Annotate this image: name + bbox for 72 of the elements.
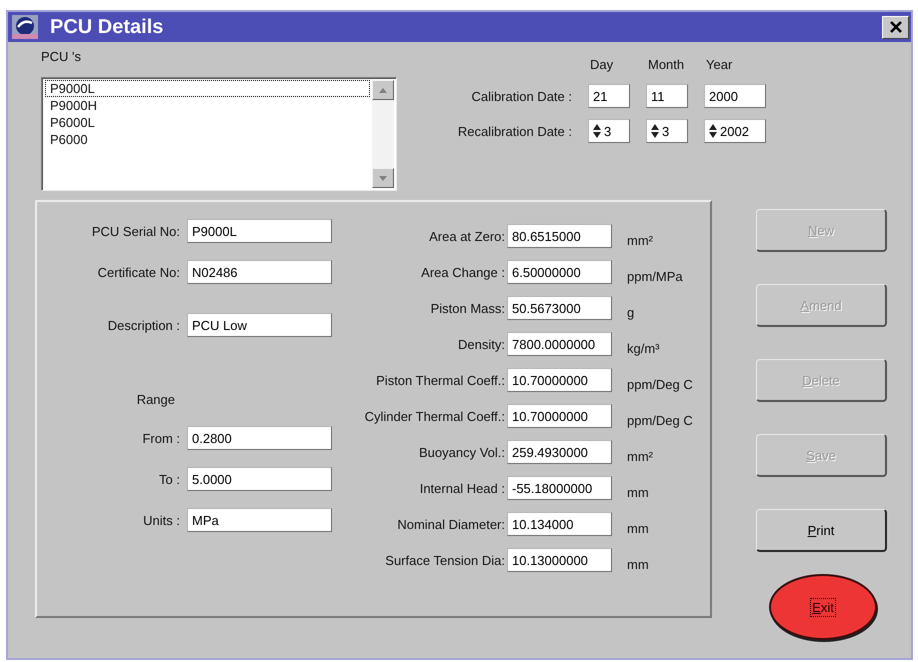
input-field[interactable]: 0.2800 <box>187 426 332 450</box>
unit-label: mm <box>627 484 649 500</box>
field-label: Nominal Diameter: <box>396 516 505 532</box>
input-field[interactable]: 10.70000000 <box>507 404 612 428</box>
field-label: Calibration Date : <box>470 88 572 104</box>
input-field[interactable]: 6.50000000 <box>507 260 612 284</box>
scroll-down-button[interactable] <box>372 168 394 188</box>
input-field[interactable]: 7800.0000000 <box>507 332 612 356</box>
up-down-arrows-icon[interactable] <box>709 124 717 138</box>
field-label: Buoyancy Vol.: <box>418 444 505 460</box>
list-label: PCU 's <box>41 49 82 64</box>
pcu-listbox[interactable]: P9000L P9000H P6000L P6000 <box>41 77 397 191</box>
scrollbar[interactable] <box>372 80 394 188</box>
column-header: Month <box>647 56 686 72</box>
logo-icon <box>12 15 38 39</box>
unit-label: mm² <box>627 232 653 248</box>
field-label: PCU Serial No: <box>90 224 180 238</box>
unit-label: ppm/Deg C <box>627 376 693 392</box>
input-field[interactable]: P9000L <box>187 219 332 243</box>
field-label: Recalibration Date : <box>456 124 572 138</box>
unit-label: ppm/Deg C <box>627 412 693 428</box>
column-header: Year <box>705 56 734 72</box>
close-icon[interactable] <box>890 21 902 33</box>
input-field[interactable]: 10.13000000 <box>507 548 612 572</box>
up-down-arrows-icon[interactable] <box>593 124 601 138</box>
year-field[interactable]: 2002 <box>704 119 766 143</box>
day-field[interactable]: 3 <box>588 119 630 143</box>
section-label: Range <box>136 392 176 406</box>
window-title: PCU Details <box>50 16 164 38</box>
field-label: Piston Thermal Coeff.: <box>375 372 505 388</box>
field-label: To : <box>158 472 180 486</box>
input-field[interactable]: PCU Low <box>187 313 332 337</box>
unit-label: mm <box>627 556 649 572</box>
input-field[interactable]: MPa <box>187 508 332 532</box>
input-field[interactable]: 259.4930000 <box>507 440 612 464</box>
input-field[interactable]: 10.70000000 <box>507 368 612 392</box>
field-label: Area Change : <box>420 264 505 280</box>
list-item[interactable]: P9000L <box>45 80 370 97</box>
column-header: Day <box>589 56 614 72</box>
month-field[interactable]: 11 <box>646 84 688 108</box>
field-label: Description : <box>106 318 180 332</box>
input-field[interactable]: N02486 <box>187 260 332 284</box>
field-label: Certificate No: <box>96 264 180 280</box>
up-down-arrows-icon[interactable] <box>651 124 659 138</box>
field-label: From : <box>141 430 180 446</box>
year-field[interactable]: 2000 <box>704 84 766 108</box>
field-label: Cylinder Thermal Coeff.: <box>364 408 505 424</box>
list-item[interactable]: P6000L <box>45 114 370 131</box>
day-field[interactable]: 21 <box>588 84 630 108</box>
input-field[interactable]: 50.5673000 <box>507 296 612 320</box>
list-item[interactable]: P6000 <box>45 131 370 148</box>
unit-label: g <box>627 304 634 320</box>
scroll-up-button[interactable] <box>372 80 394 100</box>
month-field[interactable]: 3 <box>646 119 688 143</box>
action-button[interactable]: Print <box>756 509 887 552</box>
exit-button[interactable]: Exit <box>769 574 877 640</box>
input-field[interactable]: 10.134000 <box>507 512 612 536</box>
unit-label: kg/m³ <box>627 340 660 356</box>
field-label: Units : <box>142 512 180 528</box>
field-label: Internal Head : <box>418 480 505 496</box>
field-label: Surface Tension Dia: <box>384 552 505 568</box>
field-label: Piston Mass: <box>430 300 505 316</box>
list-item[interactable]: P9000H <box>45 97 370 114</box>
input-field[interactable]: 5.0000 <box>187 467 332 491</box>
close-button[interactable] <box>882 16 909 38</box>
unit-label: mm <box>627 520 649 536</box>
input-field[interactable]: 80.6515000 <box>507 224 612 248</box>
unit-label: ppm/MPa <box>627 268 683 284</box>
field-label: Density: <box>457 336 505 352</box>
unit-label: mm² <box>627 448 653 464</box>
field-label: Area at Zero: <box>428 228 505 244</box>
input-field[interactable]: -55.18000000 <box>507 476 612 500</box>
